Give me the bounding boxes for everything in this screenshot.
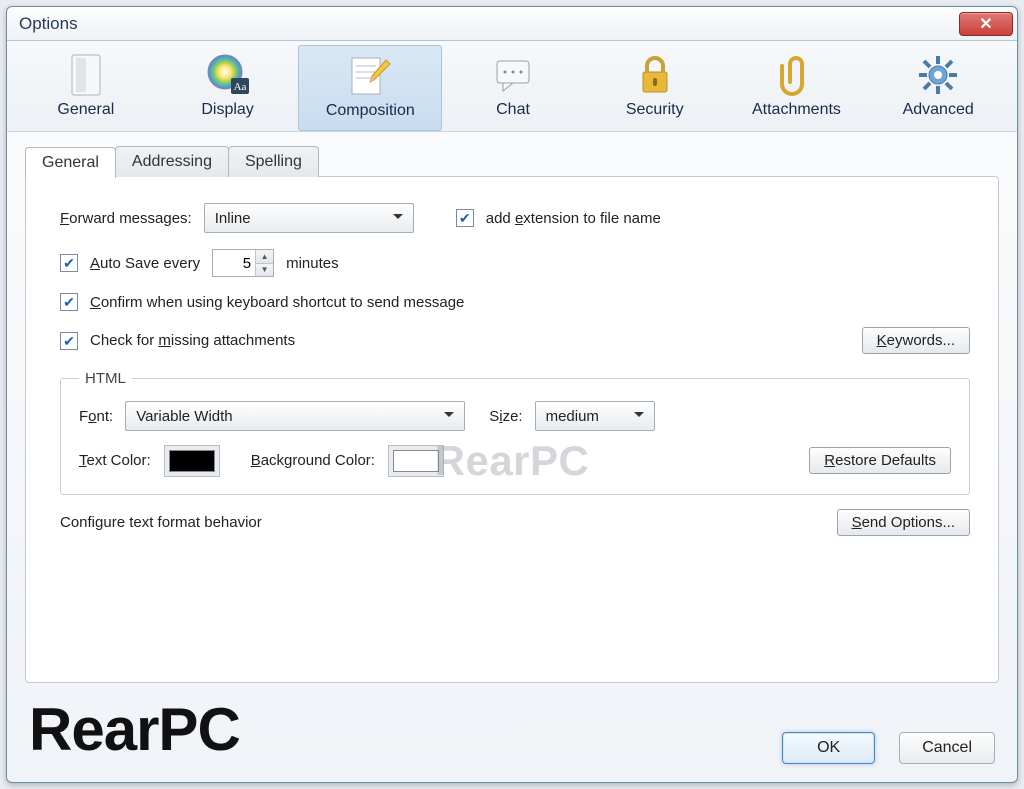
check-attachments-row: ✔ Check for missing attachments Keywords…: [60, 327, 970, 354]
forward-select[interactable]: Inline: [204, 203, 414, 233]
category-label: Security: [588, 101, 722, 119]
font-select[interactable]: Variable Width: [125, 401, 465, 431]
keywords-button[interactable]: Keywords...: [862, 327, 970, 354]
forward-value: Inline: [215, 210, 251, 227]
check-attachments-checkbox[interactable]: ✔: [60, 332, 78, 350]
font-row: Font: Variable Width Size: medium: [79, 401, 951, 431]
options-window: Options ✕ General: [6, 6, 1018, 783]
attachments-icon: [730, 51, 864, 99]
text-color-label: Text Color:: [79, 452, 151, 469]
bg-color-label: Background Color:: [251, 452, 375, 469]
html-legend: HTML: [79, 370, 132, 387]
font-value: Variable Width: [136, 408, 232, 425]
color-row: Text Color: Background Color: Restore De…: [79, 447, 951, 474]
size-select[interactable]: medium: [535, 401, 655, 431]
svg-text:Aa: Aa: [233, 81, 246, 93]
advanced-icon: [871, 51, 1005, 99]
category-toolbar: General Aa: [7, 41, 1017, 132]
size-label: Size:: [489, 408, 522, 425]
brand-watermark: RearPC: [29, 695, 758, 764]
security-icon: [588, 51, 722, 99]
check-attachments-label: Check for missing attachments: [90, 332, 295, 349]
autosave-label-pre: Auto Save every: [90, 255, 200, 272]
autosave-input[interactable]: [213, 255, 255, 272]
close-icon: ✕: [979, 14, 992, 34]
general-icon: [19, 51, 153, 99]
forward-row: Forward messages: Inline ✔ add extension…: [60, 203, 970, 233]
bg-color-swatch[interactable]: [393, 450, 439, 472]
autosave-checkbox[interactable]: ✔: [60, 254, 78, 272]
confirm-send-row: ✔ Confirm when using keyboard shortcut t…: [60, 293, 970, 311]
category-label: Advanced: [871, 101, 1005, 119]
category-label: General: [19, 101, 153, 119]
cancel-button[interactable]: Cancel: [899, 732, 995, 764]
category-composition[interactable]: Composition: [298, 45, 442, 131]
size-value: medium: [546, 408, 599, 425]
category-chat[interactable]: Chat: [442, 45, 584, 131]
font-label: Font:: [79, 408, 113, 425]
text-color-swatch[interactable]: [169, 450, 215, 472]
category-label: Attachments: [730, 101, 864, 119]
configure-row: Configure text format behavior Send Opti…: [60, 509, 970, 536]
restore-defaults-button[interactable]: Restore Defaults: [809, 447, 951, 474]
bottom-bar: RearPC OK Cancel: [7, 691, 1017, 782]
forward-label: Forward messages:: [60, 210, 192, 227]
category-label: Composition: [303, 102, 437, 120]
ok-button[interactable]: OK: [782, 732, 875, 764]
configure-label: Configure text format behavior: [60, 514, 262, 531]
autosave-row: ✔ Auto Save every ▲▼ minutes: [60, 249, 970, 277]
category-security[interactable]: Security: [584, 45, 726, 131]
send-options-button[interactable]: Send Options...: [837, 509, 970, 536]
add-extension-label: add extension to file name: [486, 210, 661, 227]
category-advanced[interactable]: Advanced: [867, 45, 1009, 131]
display-icon: Aa: [161, 51, 295, 99]
autosave-label-post: minutes: [286, 255, 339, 272]
subtabs: General Addressing Spelling: [25, 146, 999, 177]
tab-general[interactable]: General: [25, 147, 116, 178]
category-general[interactable]: General: [15, 45, 157, 131]
confirm-send-label: Confirm when using keyboard shortcut to …: [90, 294, 464, 311]
category-label: Display: [161, 101, 295, 119]
category-label: Chat: [446, 101, 580, 119]
category-attachments[interactable]: Attachments: [726, 45, 868, 131]
window-title: Options: [19, 14, 959, 34]
titlebar: Options ✕: [7, 7, 1017, 41]
close-button[interactable]: ✕: [959, 12, 1013, 36]
content-area: General Addressing Spelling RearPC Forwa…: [7, 132, 1017, 691]
confirm-send-checkbox[interactable]: ✔: [60, 293, 78, 311]
tab-addressing[interactable]: Addressing: [115, 146, 229, 177]
html-fieldset: HTML Font: Variable Width Size: medium T…: [60, 370, 970, 495]
tab-spelling[interactable]: Spelling: [228, 146, 319, 177]
category-display[interactable]: Aa Display: [157, 45, 299, 131]
autosave-spinner[interactable]: ▲▼: [212, 249, 274, 277]
add-extension-checkbox[interactable]: ✔: [456, 209, 474, 227]
tab-body: RearPC Forward messages: Inline ✔ add ex…: [25, 176, 999, 683]
chat-icon: [446, 51, 580, 99]
spinner-arrows[interactable]: ▲▼: [255, 250, 273, 276]
composition-icon: [303, 52, 437, 100]
